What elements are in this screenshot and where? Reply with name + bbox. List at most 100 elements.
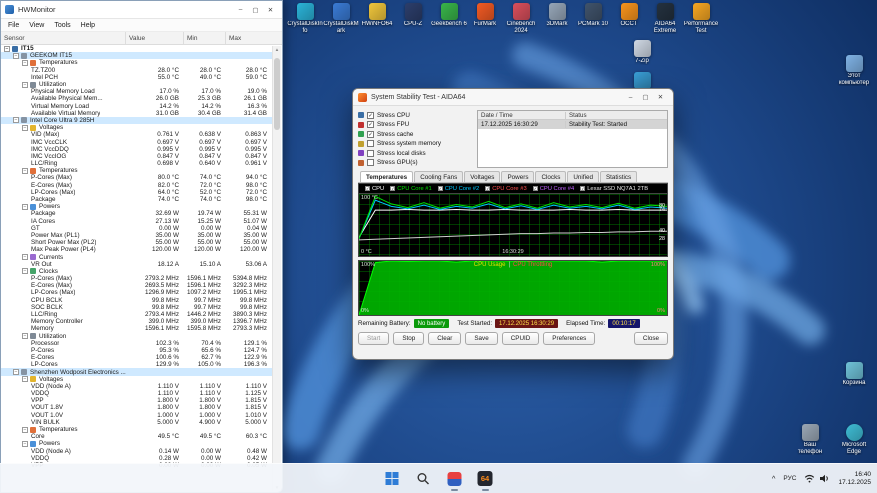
menu-file[interactable]: File — [3, 22, 24, 29]
sensor-row[interactable]: − Temperatures — [1, 167, 272, 174]
desktop-icon-seven-zip[interactable]: 7-Zip — [624, 40, 660, 65]
desktop-icon-furmark[interactable]: FurMark — [467, 3, 503, 28]
checkbox-unchecked[interactable] — [367, 159, 374, 167]
sensor-row[interactable]: Processor 102.3 % 70.4 % 129.1 % — [1, 340, 272, 347]
language-indicator[interactable]: РУС — [783, 475, 796, 482]
checkbox-checked[interactable]: ✓ — [367, 121, 374, 129]
tree-expander-icon[interactable]: − — [22, 268, 28, 275]
tab-powers[interactable]: Powers — [501, 171, 535, 182]
column-header-min[interactable]: Min — [184, 32, 226, 44]
sensor-row[interactable]: LP-Cores 129.9 % 105.0 % 196.3 % — [1, 361, 272, 368]
tree-expander-icon[interactable]: − — [13, 369, 19, 376]
scrollbar[interactable]: ▲ ▼ — [272, 46, 281, 491]
stress-option-stress-local-disks[interactable]: Stress local disks — [358, 149, 472, 157]
stress-option-stress-fpu[interactable]: ✓ Stress FPU — [358, 121, 472, 129]
sensor-row[interactable]: P-Cores (Max) 80.0 °C 74.0 °C 94.0 °C — [1, 174, 272, 181]
sensor-row[interactable]: − GEEKOM IT15 — [1, 52, 272, 60]
column-header-max[interactable]: Max — [226, 32, 272, 44]
legend-checkbox-checked[interactable]: ✓ — [365, 186, 370, 191]
legend-cpu-core-1[interactable]: ✓ CPU Core #1 — [390, 186, 432, 192]
tree-expander-icon[interactable]: − — [22, 254, 28, 261]
desktop-icon-microsoft-edge[interactable]: Microsoft Edge — [836, 424, 872, 455]
desktop-icon-cinebench-2024[interactable]: Cinebench 2024 — [503, 3, 539, 34]
tab-cooling-fans[interactable]: Cooling Fans — [414, 171, 464, 182]
close-button[interactable]: ✕ — [263, 3, 278, 17]
desktop-icon-cpu-z[interactable]: CPU-Z — [395, 3, 431, 28]
close-button[interactable]: ✕ — [653, 90, 668, 104]
sensor-row[interactable]: − Temperatures — [1, 426, 272, 433]
sensor-row[interactable]: Package 32.69 W 19.74 W 55.31 W — [1, 210, 272, 217]
desktop-icon-occt[interactable]: OCCT — [611, 3, 647, 28]
legend-checkbox-checked[interactable]: ✓ — [580, 186, 586, 191]
legend-cpu-core-3[interactable]: ✓ CPU Core #3 — [485, 186, 527, 192]
stress-option-stress-gpu-s[interactable]: Stress GPU(s) — [358, 159, 472, 167]
checkbox-checked[interactable]: ✓ — [367, 130, 374, 138]
sensor-row[interactable]: Package 74.0 °C 74.0 °C 98.0 °C — [1, 196, 272, 203]
wifi-icon[interactable] — [804, 473, 815, 484]
sensor-row[interactable]: Physical Memory Load 17.0 % 17.0 % 19.0 % — [1, 88, 272, 95]
desktop-icon-crystaldiskmark[interactable]: CrystalDiskMark — [323, 3, 359, 34]
tree-expander-icon[interactable]: − — [22, 124, 28, 131]
sensor-row[interactable]: Intel PCH 55.0 °C 49.0 °C 59.0 °C — [1, 74, 272, 81]
desktop-icon-aida64-extreme[interactable]: AIDA64 Extreme — [647, 3, 683, 34]
minimize-button[interactable]: – — [233, 3, 248, 17]
sensor-row[interactable]: − Clocks — [1, 268, 272, 275]
sensor-row[interactable]: P-Cores (Max) 2793.2 MHz 1596.1 MHz 5394.8 … — [1, 275, 272, 282]
tab-temperatures[interactable]: Temperatures — [360, 171, 414, 182]
tree-expander-icon[interactable]: − — [22, 203, 28, 210]
sensor-row[interactable]: Max Peak Power (PL4) 120.00 W 120.00 W 120.… — [1, 246, 272, 253]
desktop-icon-phone-link[interactable]: Ваш телефон — [792, 424, 828, 455]
start-button[interactable]: Start — [358, 332, 390, 345]
tree-expander-icon[interactable]: − — [22, 440, 28, 447]
sensor-row[interactable]: SOC BCLK 99.8 MHz 99.7 MHz 99.8 MHz — [1, 304, 272, 311]
clock[interactable]: 16:40 17.12.2025 — [838, 471, 871, 486]
sensor-row[interactable]: VIN BULK 5.000 V 4.900 V 5.000 V — [1, 419, 272, 426]
desktop-icon-geekbench-6[interactable]: Geekbench 6 — [431, 3, 467, 28]
sensor-row[interactable]: LP-Cores (Max) 64.0 °C 52.0 °C 72.0 °C — [1, 189, 272, 196]
sensor-row[interactable]: Memory 1596.1 MHz 1595.8 MHz 2793.3 MHz — [1, 325, 272, 332]
sensor-row[interactable]: VDDQ 1.110 V 1.110 V 1.125 V — [1, 390, 272, 397]
sensor-row[interactable]: VID (Max) 0.761 V 0.638 V 0.863 V — [1, 131, 272, 138]
sensor-row[interactable]: Power Max (PL1) 35.00 W 35.00 W 35.00 W — [1, 232, 272, 239]
taskbar-hwmonitor-button[interactable] — [442, 467, 466, 491]
legend-cpu[interactable]: ✓ CPU — [365, 186, 384, 192]
sensor-row[interactable]: LLC/Ring 0.698 V 0.640 V 0.961 V — [1, 160, 272, 167]
sensor-row[interactable]: Virtual Memory Load 14.2 % 14.2 % 16.3 % — [1, 103, 272, 110]
menu-view[interactable]: View — [24, 22, 49, 29]
sensor-row[interactable]: Short Power Max (PL2) 55.00 W 55.00 W 55.00… — [1, 239, 272, 246]
maximize-button[interactable]: ▢ — [638, 90, 653, 104]
legend-cpu-core-4[interactable]: ✓ CPU Core #4 — [532, 186, 574, 192]
desktop-icon-recycle-bin[interactable]: Корзина — [836, 362, 872, 387]
sensor-row[interactable]: − Utilization — [1, 333, 272, 340]
tree-expander-icon[interactable]: − — [22, 167, 28, 174]
sensor-row[interactable]: − Shenzhen Wodposit Electronics ... — [1, 368, 272, 376]
log-column-status[interactable]: Status — [566, 112, 667, 119]
log-row[interactable]: 17.12.2025 16:30:29 Stability Test: Start… — [478, 120, 667, 129]
checkbox-unchecked[interactable] — [367, 149, 374, 157]
sensor-row[interactable]: Available Physical Mem... 26.0 GB 25.3 GB 2… — [1, 95, 272, 102]
legend-checkbox-checked[interactable]: ✓ — [532, 186, 538, 191]
sensor-row[interactable]: E-Cores 100.6 % 62.7 % 122.9 % — [1, 354, 272, 361]
tree-expander-icon[interactable]: − — [4, 45, 10, 52]
tree-expander-icon[interactable]: − — [13, 117, 19, 124]
sensor-row[interactable]: IMC VccDDQ 0.995 V 0.995 V 0.995 V — [1, 146, 272, 153]
legend-cpu-core-2[interactable]: ✓ CPU Core #2 — [437, 186, 479, 192]
sensor-row[interactable]: − Currents — [1, 253, 272, 261]
taskbar-start-button[interactable] — [380, 467, 404, 491]
sensor-row[interactable]: − Voltages — [1, 124, 272, 131]
tree-expander-icon[interactable]: − — [22, 81, 28, 88]
scrollbar-thumb[interactable] — [274, 58, 280, 130]
sensor-row[interactable]: TZ.TZ00 28.0 °C 28.0 °C 28.0 °C — [1, 67, 272, 74]
sensor-row[interactable]: − Utilization — [1, 81, 272, 88]
stress-option-stress-cache[interactable]: ✓ Stress cache — [358, 130, 472, 138]
stress-option-stress-cpu[interactable]: ✓ Stress CPU — [358, 111, 472, 119]
taskbar-search-button[interactable] — [411, 467, 435, 491]
scroll-up-icon[interactable]: ▲ — [273, 47, 281, 52]
sensor-row[interactable]: − Temperatures — [1, 59, 272, 66]
sensor-row[interactable]: VOUT 1.0V 1.000 V 1.000 V 1.010 V — [1, 412, 272, 419]
tree-expander-icon[interactable]: − — [22, 333, 28, 340]
sensor-row[interactable]: − Intel Core Ultra 9 285H — [1, 116, 272, 125]
tab-voltages[interactable]: Voltages — [464, 171, 501, 182]
desktop-icon-crystaldiskinfo[interactable]: CrystalDiskInfo — [287, 3, 323, 34]
desktop-icon-this-pc[interactable]: Этот компьютер — [836, 55, 872, 86]
